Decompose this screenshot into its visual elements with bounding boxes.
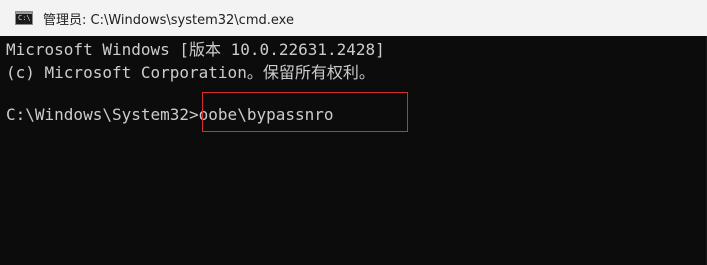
copyright-line: (c) Microsoft Corporation。保留所有权利。 (6, 63, 375, 82)
cmd-window: C:\ 管理员: C:\Windows\system32\cmd.exe Mic… (0, 0, 707, 265)
title-bar[interactable]: C:\ 管理员: C:\Windows\system32\cmd.exe (0, 0, 707, 36)
cmd-app-icon[interactable]: C:\ (15, 11, 33, 25)
terminal-output[interactable]: Microsoft Windows [版本 10.0.22631.2428] (… (0, 36, 707, 265)
command-highlight-box (202, 92, 408, 132)
command-prompt: C:\Windows\System32> (6, 105, 199, 124)
version-line: Microsoft Windows [版本 10.0.22631.2428] (6, 40, 385, 59)
window-title: 管理员: C:\Windows\system32\cmd.exe (43, 12, 294, 28)
